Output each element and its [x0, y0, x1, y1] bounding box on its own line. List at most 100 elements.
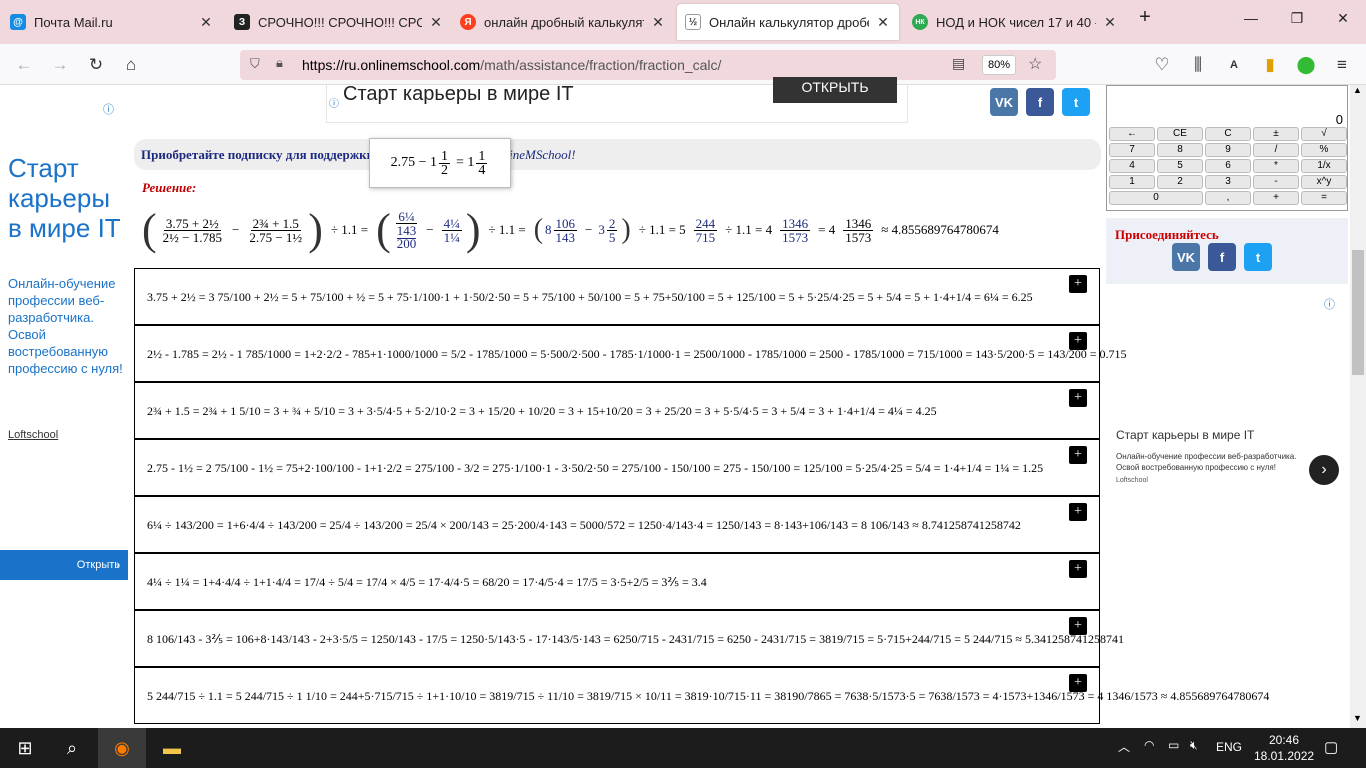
pocket-icon[interactable]: ♡: [1150, 53, 1174, 77]
calc-key[interactable]: ,: [1205, 191, 1251, 205]
calc-key[interactable]: 8: [1157, 143, 1203, 157]
tab-title: Почта Mail.ru: [34, 14, 113, 30]
extension-flag-icon[interactable]: ▮: [1258, 53, 1282, 77]
search-icon[interactable]: ⌕: [60, 738, 84, 759]
calc-key[interactable]: 7: [1109, 143, 1155, 157]
forward-icon[interactable]: →: [48, 53, 72, 77]
right-advertisement[interactable]: ⓘ Старт карьеры в мире IT Онлайн-обучени…: [1106, 296, 1348, 496]
calc-key[interactable]: %: [1301, 143, 1347, 157]
scrollbar-thumb[interactable]: [1352, 250, 1364, 375]
address-bar[interactable]: ⛉ 🔒︎ https://ru.onlinemschool.com/math/a…: [240, 50, 1056, 80]
new-tab-button[interactable]: +: [1133, 6, 1157, 29]
tab-nod-nok[interactable]: НК НОД и НОК чисел 17 и 40 - по ✕: [904, 6, 1126, 38]
calc-key[interactable]: √: [1301, 127, 1347, 141]
left-advertisement[interactable]: ⓘ Старт карьеры в мире IT Онлайн-обучени…: [0, 85, 128, 728]
tab-mail[interactable]: @ Почта Mail.ru ✕: [2, 6, 222, 38]
solution-step: 2.75 - 1½ = 2 75/100 - 1½ = 75+2·100/100…: [134, 439, 1100, 496]
expand-step-button[interactable]: +: [1069, 446, 1087, 464]
close-icon[interactable]: ✕: [650, 14, 666, 31]
calc-key[interactable]: ←: [1109, 127, 1155, 141]
ad-open-button[interactable]: ОТКРЫТЬ: [773, 77, 897, 103]
close-icon[interactable]: ✕: [875, 14, 891, 31]
solution-step: 3.75 + 2½ = 3 75/100 + 2½ = 5 + 75/100 +…: [134, 268, 1100, 325]
zoom-level-button[interactable]: 80%: [982, 55, 1016, 75]
scroll-up-icon[interactable]: ▲: [1353, 85, 1362, 95]
calc-key[interactable]: 1/x: [1301, 159, 1347, 173]
language-indicator[interactable]: ENG: [1216, 740, 1242, 754]
solution-step: 8 106/143 - 3⅖ = 106+8·143/143 - 2+3·5/5…: [134, 610, 1124, 667]
lock-icon[interactable]: 🔒︎: [276, 55, 283, 71]
library-icon[interactable]: ⫼: [1186, 53, 1210, 77]
back-icon[interactable]: ←: [12, 53, 36, 77]
step-text: 4¼ ÷ 1¼ = 1+4·4/4 ÷ 1+1·4/4 = 17/4 ÷ 5/4…: [147, 575, 707, 589]
extension-icon[interactable]: ⬤: [1294, 53, 1318, 77]
notifications-icon[interactable]: ▢: [1324, 738, 1338, 756]
account-icon[interactable]: A: [1222, 53, 1246, 77]
ad-brand[interactable]: Loftschool: [8, 429, 58, 441]
twitter-icon[interactable]: t: [1244, 243, 1272, 271]
tab-yandex[interactable]: Я онлайн дробный калькулятор ✕: [452, 6, 674, 38]
tab-fraction-calculator[interactable]: ½ Онлайн калькулятор дробей. П ✕: [677, 4, 899, 40]
taskbar-clock[interactable]: 20:46 18.01.2022: [1254, 732, 1314, 764]
calc-key[interactable]: C: [1205, 127, 1251, 141]
subscribe-banner[interactable]: Приобретайте подписку для поддержки nlin…: [134, 139, 1101, 170]
facebook-icon[interactable]: f: [1208, 243, 1236, 271]
calc-key[interactable]: -: [1253, 175, 1299, 189]
expand-step-button[interactable]: +: [1069, 617, 1087, 635]
facebook-share-icon[interactable]: f: [1026, 88, 1054, 116]
twitter-share-icon[interactable]: t: [1062, 88, 1090, 116]
minimize-icon[interactable]: —: [1239, 10, 1263, 26]
calc-key[interactable]: =: [1301, 191, 1347, 205]
expand-step-button[interactable]: +: [1069, 503, 1087, 521]
expand-step-button[interactable]: +: [1069, 275, 1087, 293]
volume-icon[interactable]: 🔇︎: [1190, 738, 1198, 753]
close-icon[interactable]: ✕: [428, 14, 444, 31]
chevron-right-icon[interactable]: ›: [1309, 455, 1339, 485]
calc-key[interactable]: /: [1253, 143, 1299, 157]
windows-start-icon[interactable]: ⊞: [14, 738, 36, 759]
calc-key-zero[interactable]: 0: [1109, 191, 1203, 205]
ad-info-icon[interactable]: ⓘ: [1324, 296, 1335, 312]
shield-icon[interactable]: ⛉: [250, 56, 260, 72]
calc-key[interactable]: 3: [1205, 175, 1251, 189]
calc-key[interactable]: x^y: [1301, 175, 1347, 189]
window-close-icon[interactable]: ✕: [1331, 10, 1355, 27]
home-icon[interactable]: ⌂: [119, 53, 143, 77]
calc-key[interactable]: 5: [1157, 159, 1203, 173]
vk-share-icon[interactable]: VK: [990, 88, 1018, 116]
calc-key[interactable]: CE: [1157, 127, 1203, 141]
reader-view-icon[interactable]: ▤: [952, 55, 965, 72]
file-explorer-icon[interactable]: ▬: [160, 738, 184, 759]
vk-icon[interactable]: VK: [1172, 243, 1200, 271]
ad-open-button[interactable]: Открыть ›: [0, 550, 128, 580]
ad-info-icon[interactable]: ⓘ: [329, 95, 339, 110]
reload-icon[interactable]: ↻: [84, 53, 108, 77]
calc-key[interactable]: +: [1253, 191, 1299, 205]
firefox-taskbar-icon[interactable]: ◉: [98, 728, 146, 768]
calc-key[interactable]: *: [1253, 159, 1299, 173]
join-title: Присоединяйтесь: [1115, 227, 1219, 242]
tray-chevron-icon[interactable]: ︿: [1118, 738, 1130, 755]
expand-step-button[interactable]: +: [1069, 560, 1087, 578]
battery-icon[interactable]: ▭: [1168, 738, 1179, 752]
tab-srochno[interactable]: З СРОЧНО!!! СРОЧНО!!! СРОЧН ✕: [226, 6, 452, 38]
calc-key[interactable]: 2: [1157, 175, 1203, 189]
menu-icon[interactable]: ≡: [1330, 53, 1354, 77]
bookmark-star-icon[interactable]: ☆: [1028, 54, 1042, 74]
expand-step-button[interactable]: +: [1069, 674, 1087, 692]
calc-key[interactable]: ±: [1253, 127, 1299, 141]
calc-key[interactable]: 4: [1109, 159, 1155, 173]
calc-key[interactable]: 9: [1205, 143, 1251, 157]
close-icon[interactable]: ✕: [1102, 14, 1118, 31]
top-advertisement[interactable]: ⓘ Старт карьеры в мире IT ОТКРЫТЬ: [326, 77, 908, 123]
expand-step-button[interactable]: +: [1069, 389, 1087, 407]
calc-key[interactable]: 1: [1109, 175, 1155, 189]
expand-step-button[interactable]: +: [1069, 332, 1087, 350]
network-icon[interactable]: ◠: [1144, 738, 1154, 752]
close-icon[interactable]: ✕: [198, 14, 214, 31]
scroll-down-icon[interactable]: ▼: [1353, 713, 1362, 723]
calc-key[interactable]: 6: [1205, 159, 1251, 173]
page-scrollbar[interactable]: ▲ ▼: [1350, 85, 1366, 728]
ad-info-icon[interactable]: ⓘ: [103, 101, 114, 117]
restore-icon[interactable]: ❐: [1285, 10, 1309, 27]
